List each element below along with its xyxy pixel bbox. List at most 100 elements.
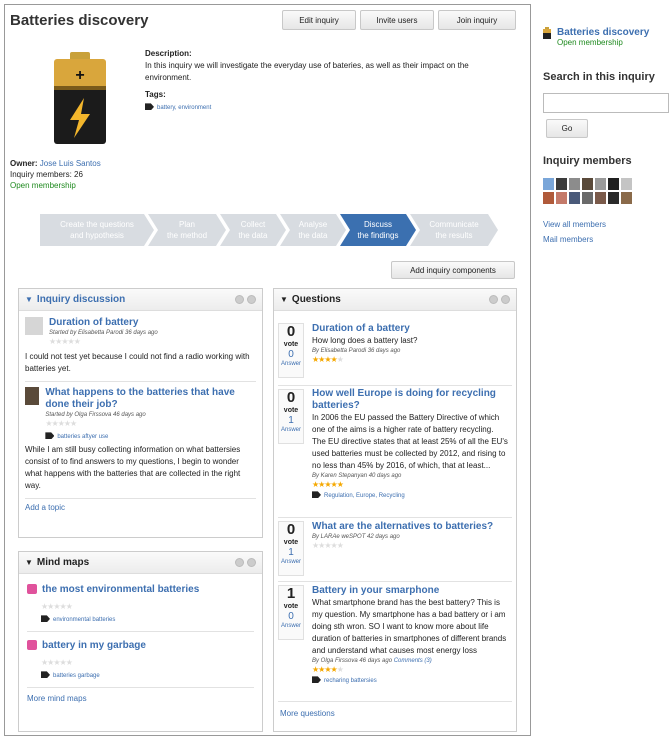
more-questions-link[interactable]: More questions (280, 709, 335, 718)
mindmap-tag[interactable]: environmental batteries (53, 617, 115, 623)
answer-count[interactable]: 0 (279, 349, 303, 360)
settings-icon[interactable] (235, 295, 244, 304)
mindmap-title[interactable]: battery in my garbage (42, 640, 146, 651)
avatar[interactable] (595, 192, 606, 204)
vote-box[interactable]: 0 vote 1 Answer (278, 521, 304, 576)
go-button[interactable]: Go (546, 119, 588, 138)
questions-header[interactable]: ▼ Questions (274, 289, 516, 311)
question-tags[interactable]: recharing battersies (324, 678, 377, 684)
mindmap-item: battery in my garbage ★★★★★ batteries ga… (27, 640, 254, 679)
rating-stars[interactable]: ★★★★★ (312, 665, 508, 675)
mindmap-title[interactable]: the most environmental batteries (42, 584, 199, 595)
answer-count[interactable]: 1 (279, 547, 303, 558)
rating-stars[interactable]: ★★★★★ (45, 419, 256, 429)
phase-plan[interactable]: Plan the method (148, 214, 226, 246)
question-title[interactable]: What are the alternatives to batteries? (312, 521, 508, 533)
membership-status: Open membership (10, 181, 76, 190)
answer-label[interactable]: Answer (279, 426, 303, 434)
avatar[interactable] (543, 178, 554, 190)
sidebar-inquiry-title[interactable]: Batteries discovery (557, 27, 649, 38)
page-title: Batteries discovery (10, 12, 149, 29)
vote-box[interactable]: 0 vote 0 Answer (278, 323, 304, 378)
answer-label[interactable]: Answer (279, 360, 303, 368)
topic-item: Duration of battery Started by Elisabett… (25, 317, 256, 347)
answer-count[interactable]: 0 (279, 611, 303, 622)
question-text: What smartphone brand has the best batte… (312, 598, 507, 655)
avatar[interactable] (608, 192, 619, 204)
rating-stars[interactable]: ★★★★★ (49, 337, 158, 347)
vote-box[interactable]: 0 vote 1 Answer (278, 389, 304, 444)
answer-label[interactable]: Answer (279, 622, 303, 630)
topic-tag[interactable]: batteries aftyer use (57, 434, 108, 440)
question-title[interactable]: Battery in your smarphone (312, 585, 508, 597)
vote-box[interactable]: 1 vote 0 Answer (278, 585, 304, 640)
avatar[interactable] (582, 192, 593, 204)
topic-item: What happens to the batteries that have … (25, 387, 256, 440)
avatar[interactable] (608, 178, 619, 190)
more-mindmaps-link[interactable]: More mind maps (27, 694, 254, 703)
tags-label: Tags: (145, 90, 166, 99)
avatar[interactable] (543, 192, 554, 204)
vote-count: 0 (286, 521, 296, 538)
collapse-icon[interactable]: ▼ (25, 295, 33, 304)
description-label: Description: (145, 49, 192, 58)
owner-link[interactable]: Jose Luis Santos (40, 159, 101, 168)
questions-title: Questions (291, 294, 341, 305)
add-components-button[interactable]: Add inquiry components (391, 261, 515, 279)
phase-discuss[interactable]: Discuss the findings (340, 214, 416, 246)
add-topic-link[interactable]: Add a topic (25, 503, 256, 512)
edit-inquiry-button[interactable]: Edit inquiry (282, 10, 356, 30)
collapse-icon[interactable]: ▼ (280, 295, 288, 304)
question-title[interactable]: How well Europe is doing for recycling b… (312, 388, 508, 412)
answer-count[interactable]: 1 (279, 415, 303, 426)
view-all-members-link[interactable]: View all members (543, 220, 606, 229)
avatar[interactable] (621, 192, 632, 204)
avatar[interactable] (582, 178, 593, 190)
topic-title[interactable]: What happens to the batteries that have … (45, 387, 256, 411)
join-inquiry-button[interactable]: Join inquiry (438, 10, 516, 30)
mindmap-tag[interactable]: batteries garbage (53, 673, 100, 679)
question-meta: By Olga Firssova 46 days ago (312, 658, 393, 664)
phase-communicate[interactable]: Communicate the results (410, 214, 498, 246)
answer-label[interactable]: Answer (279, 558, 303, 566)
inquiry-description: Description: In this inquiry we will inv… (145, 48, 485, 114)
topic-text: I could not test yet because I could not… (25, 352, 250, 373)
rating-stars[interactable]: ★★★★★ (312, 480, 508, 490)
question-title[interactable]: Duration of a battery (312, 323, 508, 335)
avatar[interactable] (569, 192, 580, 204)
rating-stars[interactable]: ★★★★★ (41, 602, 254, 612)
avatar[interactable] (621, 178, 632, 190)
phase-create-questions[interactable]: Create the questions and hypothesis (40, 214, 154, 246)
topic-title[interactable]: Duration of battery (49, 317, 158, 329)
settings-icon[interactable] (235, 558, 244, 567)
phase-analyse[interactable]: Analyse the data (280, 214, 346, 246)
settings-icon[interactable] (489, 295, 498, 304)
rating-stars[interactable]: ★★★★★ (41, 658, 254, 668)
discussion-header[interactable]: ▼ Inquiry discussion (19, 289, 262, 311)
comments-link[interactable]: Comments (3) (394, 658, 432, 664)
phase-collect[interactable]: Collect the data (220, 214, 286, 246)
close-icon[interactable] (247, 558, 256, 567)
close-icon[interactable] (501, 295, 510, 304)
rating-stars[interactable]: ★★★★★ (312, 541, 508, 551)
mindmap-item: the most environmental batteries ★★★★★ e… (27, 584, 254, 623)
avatar[interactable] (556, 178, 567, 190)
vote-count: 0 (286, 389, 296, 406)
vote-count: 1 (286, 585, 296, 602)
avatar[interactable] (556, 192, 567, 204)
rating-stars[interactable]: ★★★★★ (312, 355, 508, 365)
avatar[interactable] (595, 178, 606, 190)
inquiry-tags[interactable]: battery, environment (157, 105, 211, 111)
question-meta: By LARAe weSPOT 42 days ago (312, 534, 400, 540)
question-tags[interactable]: Regulation, Europe, Recycling (324, 493, 405, 499)
search-input[interactable] (543, 93, 669, 113)
invite-users-button[interactable]: Invite users (360, 10, 434, 30)
mindmaps-header[interactable]: ▼ Mind maps (19, 552, 262, 574)
mindmaps-title: Mind maps (36, 557, 90, 568)
mail-members-link[interactable]: Mail members (543, 235, 593, 244)
collapse-icon[interactable]: ▼ (25, 558, 33, 567)
members-title: Inquiry members (543, 155, 632, 167)
sidebar-membership: Open membership (557, 38, 623, 47)
avatar[interactable] (569, 178, 580, 190)
close-icon[interactable] (247, 295, 256, 304)
